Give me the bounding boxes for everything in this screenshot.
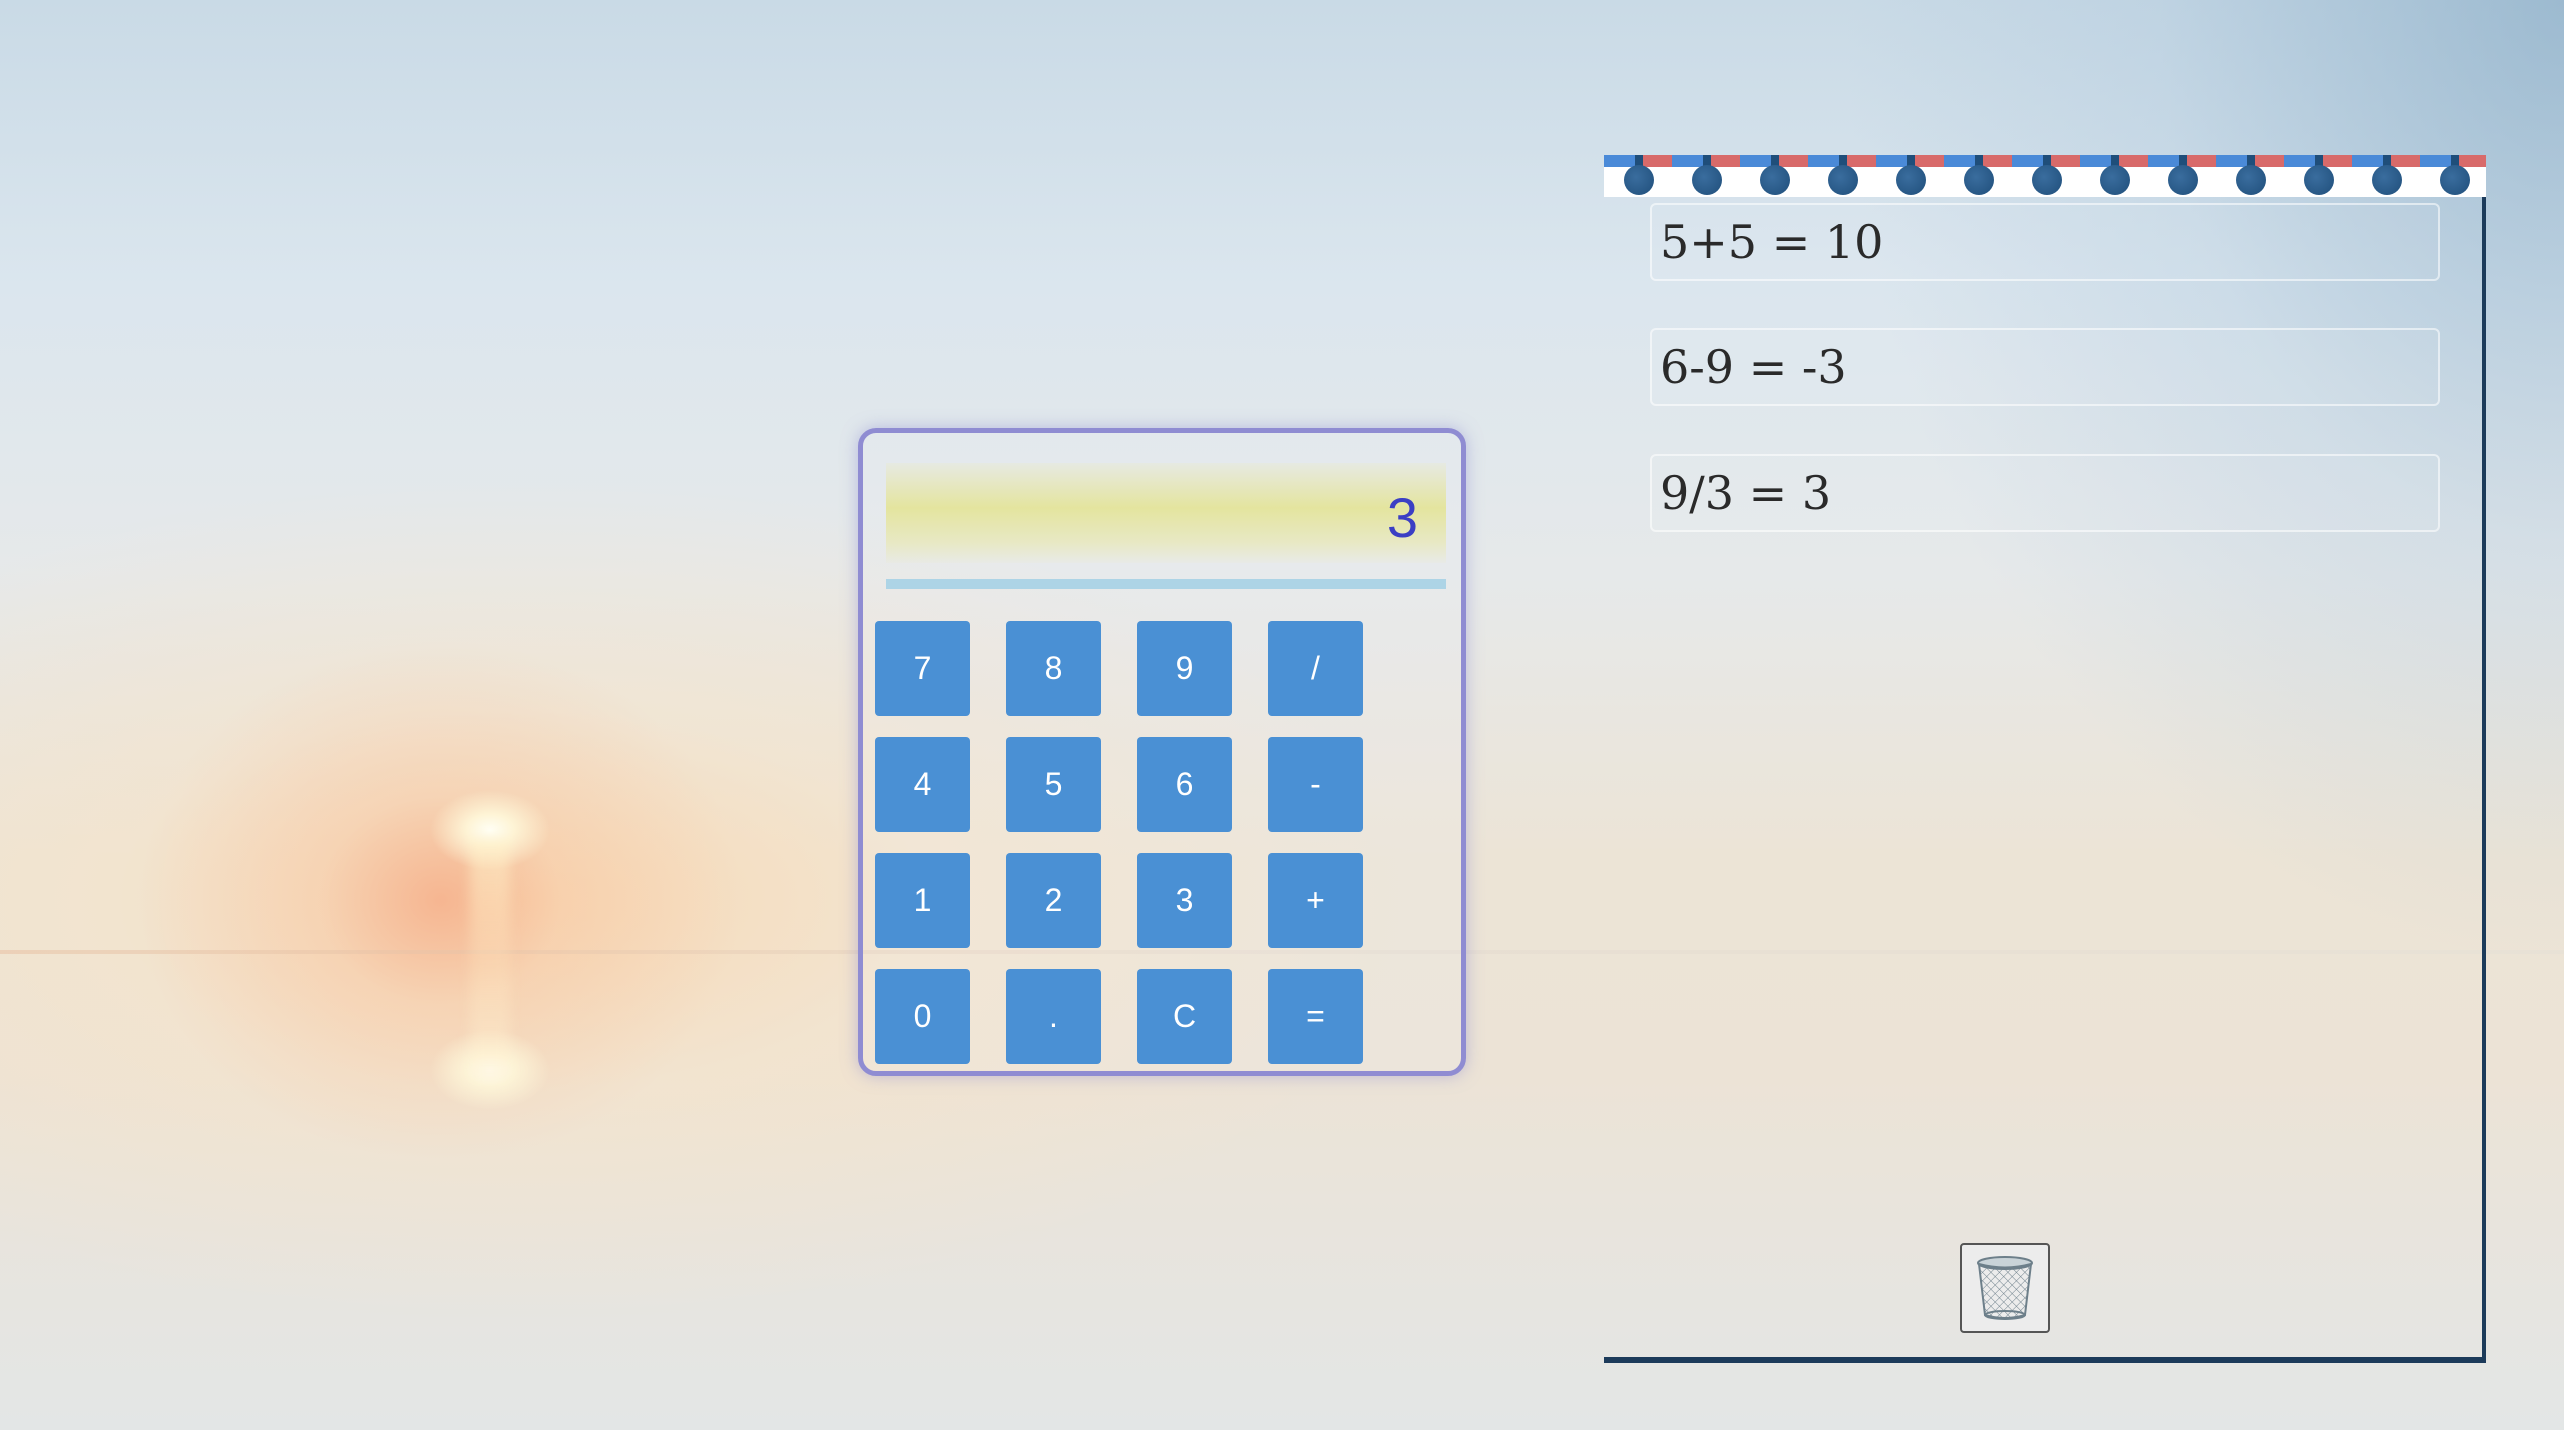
spiral-ring — [1944, 155, 2012, 197]
key-2[interactable]: 2 — [1006, 853, 1101, 948]
spiral-ring — [1808, 155, 1876, 197]
spiral-ring — [2352, 155, 2420, 197]
key-divide[interactable]: / — [1268, 621, 1363, 716]
key-8[interactable]: 8 — [1006, 621, 1101, 716]
spiral-ring — [1672, 155, 1740, 197]
spiral-ring — [2012, 155, 2080, 197]
spiral-ring — [1876, 155, 1944, 197]
key-add[interactable]: + — [1268, 853, 1363, 948]
spiral-ring — [1740, 155, 1808, 197]
background-sun-reflection — [470, 840, 510, 1080]
history-entry: 6-9 = -3 — [1650, 328, 2440, 406]
display-value: 3 — [1386, 486, 1418, 549]
key-9[interactable]: 9 — [1137, 621, 1232, 716]
key-0[interactable]: 0 — [875, 969, 970, 1064]
trash-can-icon — [1974, 1255, 2036, 1321]
clear-history-button[interactable] — [1960, 1243, 2050, 1333]
key-7[interactable]: 7 — [875, 621, 970, 716]
key-clear[interactable]: C — [1137, 969, 1232, 1064]
calculator: 3 7 8 9 / 4 5 6 - 1 2 3 + 0 . C = — [858, 428, 1466, 1076]
calculator-display: 3 — [886, 463, 1446, 563]
spiral-ring — [2420, 155, 2486, 197]
key-1[interactable]: 1 — [875, 853, 970, 948]
key-subtract[interactable]: - — [1268, 737, 1363, 832]
spiral-ring — [2148, 155, 2216, 197]
spiral-ring — [1604, 155, 1672, 197]
spiral-ring — [2216, 155, 2284, 197]
history-entry: 5+5 = 10 — [1650, 203, 2440, 281]
key-3[interactable]: 3 — [1137, 853, 1232, 948]
notepad-spiral-binding — [1604, 155, 2486, 197]
key-equals[interactable]: = — [1268, 969, 1363, 1064]
key-6[interactable]: 6 — [1137, 737, 1232, 832]
key-4[interactable]: 4 — [875, 737, 970, 832]
spiral-ring — [2080, 155, 2148, 197]
display-underline — [886, 579, 1446, 589]
history-entry: 9/3 = 3 — [1650, 454, 2440, 532]
key-5[interactable]: 5 — [1006, 737, 1101, 832]
key-decimal[interactable]: . — [1006, 969, 1101, 1064]
spiral-ring — [2284, 155, 2352, 197]
